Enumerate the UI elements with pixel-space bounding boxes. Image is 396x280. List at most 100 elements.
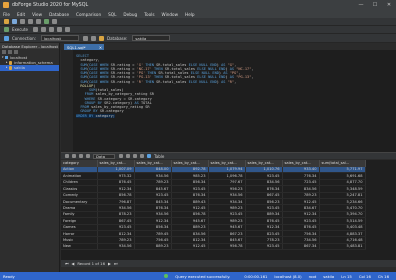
editor-tab-strip xyxy=(61,43,396,50)
close-tab-icon[interactable]: ✕ xyxy=(99,45,102,50)
menu-comparison[interactable]: Comparison xyxy=(76,12,101,17)
status-ch: Ch 16 xyxy=(377,273,389,279)
results-tab-table[interactable]: Table xyxy=(154,154,164,159)
next-page-icon[interactable]: ▶ xyxy=(108,261,111,266)
menu-help[interactable]: Help xyxy=(185,12,195,17)
results-grid: category sales_by_cat... sales_by_cat...… xyxy=(61,160,396,260)
window-title: dbForge Studio 2020 for MySQL xyxy=(12,2,89,8)
collapse-icon[interactable]: ▾ xyxy=(2,55,4,60)
pivot-icon[interactable] xyxy=(133,154,137,158)
database-explorer: Database Explorer - localhost ▾ localhos… xyxy=(0,43,60,272)
first-page-icon[interactable]: ⏮ xyxy=(65,261,68,266)
grid-body: Action 1,007.09 848.00 892.78 1,079.94 1,010.… xyxy=(61,166,366,251)
stop-icon[interactable] xyxy=(33,27,38,32)
menu-file[interactable]: File xyxy=(3,12,10,17)
menu-database[interactable]: Database xyxy=(49,12,69,17)
grid-view-icon[interactable] xyxy=(65,154,69,158)
menu-sql[interactable]: SQL xyxy=(108,12,116,17)
sql-toolbar: Execute xyxy=(0,26,396,34)
cell-value[interactable]: 5,483.81 xyxy=(319,243,366,251)
minimize-button[interactable]: — xyxy=(354,2,368,8)
connection-select[interactable]: localhost xyxy=(40,35,79,41)
prev-record-icon[interactable] xyxy=(86,154,90,158)
status-bar: Ready Query executed successfully. 0:00:… xyxy=(0,272,396,280)
table-row[interactable]: New 934.56 889.23 912.45 956.78 923.45 867.34 5… xyxy=(61,243,366,251)
query-status-text: Query executed successfully. xyxy=(175,273,231,279)
database-icon xyxy=(8,66,13,70)
first-record-icon[interactable] xyxy=(79,154,83,158)
maximize-button[interactable]: ☐ xyxy=(368,2,382,8)
cell-value[interactable]: 867.34 xyxy=(282,243,320,251)
grid-navigation: ⏮ ◀ Record 1 of 16 ▶ ⏭ xyxy=(61,260,396,267)
database-label: Database: xyxy=(106,35,128,41)
comment-icon[interactable] xyxy=(57,27,62,32)
tree-item-sakila[interactable]: ▸ sakila xyxy=(0,65,59,71)
status-db: sakila xyxy=(323,273,335,279)
filter-results-icon[interactable] xyxy=(126,154,130,158)
format-icon[interactable] xyxy=(49,27,54,32)
title-bar: dbForge Studio 2020 for MySQL — ☐ ✕ xyxy=(0,0,396,10)
export-icon[interactable] xyxy=(119,154,123,158)
database-select[interactable]: sakila xyxy=(132,35,171,41)
disconnect-icon[interactable] xyxy=(90,35,96,41)
connection-label: Connection: xyxy=(12,35,36,41)
connection-icon xyxy=(4,35,9,41)
query-status: Query executed successfully. xyxy=(164,273,237,279)
cell-value[interactable]: 912.45 xyxy=(171,243,209,251)
uncomment-icon[interactable] xyxy=(65,27,70,32)
cell-value[interactable]: 956.78 xyxy=(208,243,246,251)
menu-edit[interactable]: Edit xyxy=(17,12,25,17)
table-icon xyxy=(147,154,151,158)
menu-bar: File Edit View Database Comparison SQL D… xyxy=(0,10,396,18)
status-user: root xyxy=(308,273,317,279)
save-icon[interactable] xyxy=(20,19,25,24)
connect-icon[interactable] xyxy=(82,35,88,41)
results-toolbar: Data Table xyxy=(61,152,396,159)
menu-view[interactable]: View xyxy=(32,12,42,17)
explorer-header: Database Explorer - localhost xyxy=(0,43,59,49)
new-connection-icon[interactable] xyxy=(2,50,6,54)
redo-icon[interactable] xyxy=(36,19,41,24)
menu-window[interactable]: Window xyxy=(162,12,179,17)
status-time: 0:00:00.161 xyxy=(244,273,268,279)
execute-button[interactable]: Execute xyxy=(12,27,28,32)
server-icon xyxy=(4,55,9,60)
tree-item-label: sakila xyxy=(14,65,25,71)
explorer-tree: ▾ localhost ▸ information_schema ▸ sakil… xyxy=(0,55,59,71)
editor-gutter xyxy=(61,50,73,152)
data-mode-select[interactable]: Data xyxy=(93,153,115,159)
cell-value[interactable]: 923.45 xyxy=(245,243,283,251)
execute-icon[interactable] xyxy=(4,27,9,32)
last-page-icon[interactable]: ⏭ xyxy=(114,261,117,266)
expand-icon[interactable]: ▸ xyxy=(6,65,8,70)
connection-toolbar: Connection: localhost Database: sakila xyxy=(0,34,396,43)
cell-category[interactable]: New xyxy=(61,243,98,251)
step-icon[interactable] xyxy=(41,27,46,32)
prev-page-icon[interactable]: ◀ xyxy=(71,261,74,266)
results-table: category sales_by_cat... sales_by_cat...… xyxy=(61,160,366,251)
success-icon xyxy=(164,273,169,278)
database-icon xyxy=(8,61,13,65)
close-button[interactable]: ✕ xyxy=(382,2,396,8)
database-icon xyxy=(98,35,104,41)
undo-icon[interactable] xyxy=(28,19,33,24)
search-icon[interactable] xyxy=(52,19,57,24)
menu-tools[interactable]: Tools xyxy=(144,12,154,17)
refresh-icon[interactable] xyxy=(44,19,49,24)
print-icon[interactable] xyxy=(140,154,144,158)
sql-code[interactable]: SELECT category, SUM(CASE WHEN SR.rating… xyxy=(76,54,394,118)
status-ready: Ready xyxy=(3,273,15,279)
refresh-results-icon[interactable] xyxy=(72,154,76,158)
open-icon[interactable] xyxy=(12,19,17,24)
status-col: Col 16 xyxy=(358,273,371,279)
data-mode-value: Data xyxy=(96,153,106,159)
new-sql-icon[interactable] xyxy=(4,19,9,24)
cell-value[interactable]: 934.56 xyxy=(97,243,135,251)
tab-label: SQL1.sql* xyxy=(67,44,86,50)
menu-debug[interactable]: Debug xyxy=(123,12,137,17)
app-logo-icon xyxy=(3,2,9,8)
refresh-explorer-icon[interactable] xyxy=(8,50,12,54)
cell-value[interactable]: 889.23 xyxy=(134,243,172,251)
filter-icon[interactable] xyxy=(14,50,18,54)
status-ln: Ln 15 xyxy=(341,273,352,279)
